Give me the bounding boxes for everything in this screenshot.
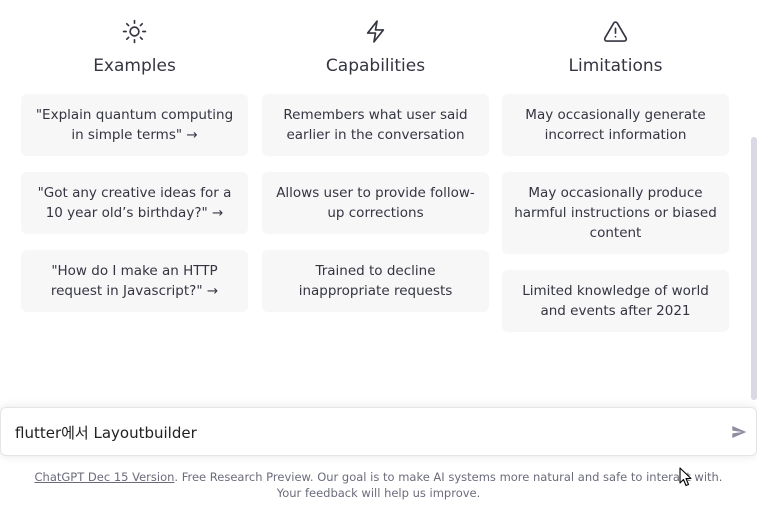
limitation-card: May occasionally generate incorrect info… (502, 94, 729, 156)
message-input-bar[interactable]: flutter에서 Layoutbuilder (0, 407, 757, 456)
example-card[interactable]: "Explain quantum computing in simple ter… (21, 94, 248, 156)
lightning-icon (262, 19, 489, 45)
warning-icon (502, 19, 729, 45)
capability-card: Allows user to provide follow-up correct… (262, 172, 489, 234)
capability-card: Remembers what user said earlier in the … (262, 94, 489, 156)
mouse-cursor-icon (679, 467, 693, 487)
footer-disclaimer: ChatGPT Dec 15 Version. Free Research Pr… (30, 469, 727, 501)
example-card[interactable]: "Got any creative ideas for a 10 year ol… (21, 172, 248, 234)
capabilities-title: Capabilities (325, 56, 426, 76)
limitation-card: Limited knowledge of world and events af… (502, 270, 729, 332)
example-card[interactable]: "How do I make an HTTP request in Javasc… (21, 250, 248, 312)
examples-title: Examples (93, 56, 176, 76)
sun-icon (21, 19, 248, 45)
limitations-title: Limitations (568, 56, 663, 76)
limitation-card: May occasionally produce harmful instruc… (502, 172, 729, 254)
version-link[interactable]: ChatGPT Dec 15 Version (35, 470, 175, 484)
capability-card: Trained to decline inappropriate request… (262, 250, 489, 312)
send-icon (732, 426, 747, 438)
message-input[interactable]: flutter에서 Layoutbuilder (15, 422, 197, 443)
scrollbar-thumb[interactable] (751, 137, 757, 400)
send-button[interactable] (731, 424, 749, 442)
footer-text: . Free Research Preview. Our goal is to … (174, 470, 723, 500)
